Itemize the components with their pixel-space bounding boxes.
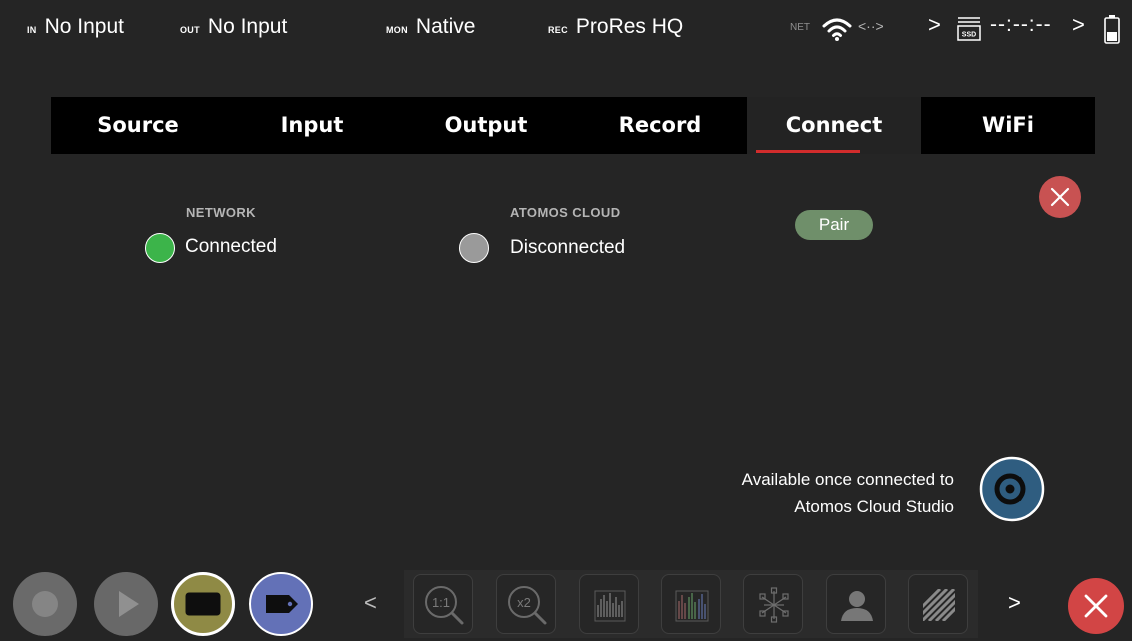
input-tag: IN: [27, 25, 37, 35]
output-tag: OUT: [180, 25, 200, 35]
settings-tabbar: Source Input Output Record Connect WiFi: [51, 97, 1095, 154]
tab-output[interactable]: Output: [399, 97, 573, 154]
network-status-indicator: [145, 233, 175, 263]
toolbar-next-button[interactable]: >: [1008, 590, 1021, 616]
close-icon: [1050, 187, 1070, 207]
network-tag: NET: [790, 22, 810, 33]
tab-source[interactable]: Source: [51, 97, 225, 154]
waveform-tool[interactable]: [579, 574, 639, 634]
active-tab-indicator: [756, 150, 860, 153]
tab-connect[interactable]: Connect: [747, 97, 921, 154]
zebra-icon: [923, 589, 955, 621]
false-color-tool[interactable]: [826, 574, 886, 634]
close-icon: [1084, 594, 1108, 618]
tab-wifi[interactable]: WiFi: [921, 97, 1095, 154]
record-icon: [32, 591, 58, 617]
input-value: No Input: [44, 15, 124, 38]
monitor-icon: [185, 592, 221, 616]
zoom-1-1-tool[interactable]: 1:1: [413, 574, 473, 634]
chevron-right-icon[interactable]: >: [1072, 12, 1085, 38]
record-status[interactable]: REC ProRes HQ: [548, 15, 683, 39]
toolbar-prev-button[interactable]: <: [364, 590, 377, 616]
monitor-value: Native: [415, 15, 476, 38]
wifi-icon[interactable]: [822, 16, 852, 42]
zoom-1-1-label: 1:1: [432, 595, 450, 610]
tab-record[interactable]: Record: [573, 97, 747, 154]
record-button[interactable]: [13, 572, 77, 636]
zoom-x2-icon: x2: [508, 586, 547, 625]
toolbar-close-button[interactable]: [1068, 578, 1124, 634]
record-tag: REC: [548, 25, 568, 35]
rgb-parade-icon: [675, 590, 709, 622]
output-status[interactable]: OUT No Input: [180, 15, 287, 39]
ssd-label: SSD: [962, 32, 976, 39]
cloud-message-line1: Available once connected to: [741, 470, 954, 489]
timecode: --:--:--: [990, 13, 1052, 36]
monitor-status[interactable]: MON Native: [386, 15, 475, 39]
false-color-icon: [841, 591, 873, 621]
vectorscope-tool[interactable]: [743, 574, 803, 634]
vectorscope-icon: [759, 587, 789, 623]
chevron-right-icon[interactable]: >: [928, 12, 941, 38]
cloud-studio-message: Available once connected to Atomos Cloud…: [742, 466, 954, 520]
tag-button[interactable]: [249, 572, 313, 636]
tag-icon: [266, 595, 298, 613]
rgb-parade-tool[interactable]: [661, 574, 721, 634]
ssd-icon[interactable]: SSD: [957, 16, 981, 42]
network-arrows-icon: <··>: [858, 18, 884, 34]
network-section-title: NETWORK: [186, 205, 256, 220]
monitor-mode-button[interactable]: [171, 572, 235, 636]
cloud-status-text: Disconnected: [510, 237, 626, 258]
zoom-x2-tool[interactable]: x2: [496, 574, 556, 634]
play-icon: [119, 591, 139, 617]
zebra-tool[interactable]: [908, 574, 968, 634]
zoom-x2-label: x2: [517, 595, 531, 610]
waveform-icon: [594, 590, 626, 622]
play-button[interactable]: [94, 572, 158, 636]
atomos-cloud-studio-icon[interactable]: [979, 456, 1045, 522]
output-value: No Input: [207, 15, 288, 38]
pair-button[interactable]: Pair: [795, 210, 873, 240]
battery-icon: [1104, 15, 1120, 44]
zoom-1-1-icon: 1:1: [425, 586, 464, 625]
status-bar: IN No Input OUT No Input MON Native REC …: [0, 0, 1132, 60]
network-status-text: Connected: [185, 236, 277, 257]
cloud-message-line2: Atomos Cloud Studio: [794, 497, 954, 516]
input-status[interactable]: IN No Input: [27, 15, 124, 39]
cloud-status-indicator: [459, 233, 489, 263]
panel-close-button[interactable]: [1039, 176, 1081, 218]
record-value: ProRes HQ: [575, 15, 684, 38]
monitor-tag: MON: [386, 25, 408, 35]
cloud-section-title: ATOMOS CLOUD: [510, 205, 621, 220]
tab-input[interactable]: Input: [225, 97, 399, 154]
